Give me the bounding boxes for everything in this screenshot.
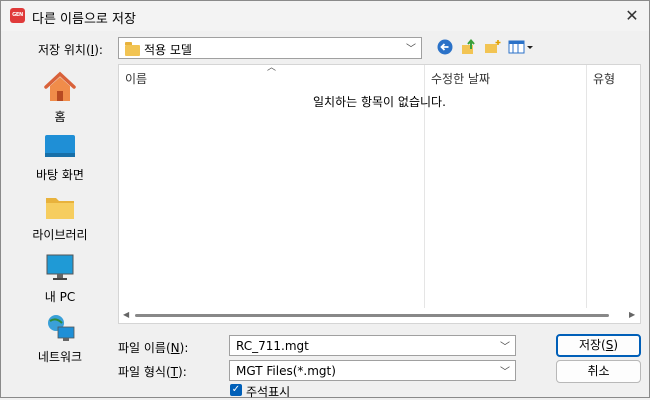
file-name-label: 파일 이름(N): [118,341,189,355]
place-label: 홈 [54,110,66,124]
save-in-label: 저장 위치(I): [38,43,103,57]
horizontal-scrollbar[interactable]: ◀ ▶ [119,308,640,323]
file-type-value: MGT Files(*.mgt) [236,364,336,378]
place-label: 라이브러리 [32,228,88,242]
column-divider[interactable] [586,65,587,308]
annotation-checkbox[interactable]: ✓ [230,384,242,396]
back-button[interactable] [436,38,456,58]
new-folder-icon [485,40,501,53]
place-label: 네트워크 [37,350,83,364]
sort-ascending-icon: ︿ [267,63,277,73]
place-desktop[interactable]: 바탕 화면 [15,133,105,183]
file-type-label: 파일 형식(T): [118,365,187,379]
new-folder-button[interactable] [484,38,504,58]
network-icon [48,315,75,341]
folder-icon [46,198,74,219]
place-this-pc[interactable]: 내 PC [15,253,105,305]
file-list[interactable]: 이름 ︿ 수정한 날짜 유형 일치하는 항목이 없습니다. ◀ ▶ [118,63,641,324]
close-button[interactable]: ✕ [621,6,643,26]
scroll-left-icon[interactable]: ◀ [123,310,129,319]
dialog-title: 다른 이름으로 저장 [32,12,136,27]
file-name-combo[interactable]: RC_711.mgt ﹀ [229,335,516,356]
chevron-down-icon: ﹀ [406,44,416,55]
save-in-value: 적용 모델 [144,43,192,57]
cancel-button[interactable]: 취소 [556,360,641,383]
save-button[interactable]: 저장(S) [556,334,641,357]
place-home[interactable]: 홈 [15,71,105,125]
chevron-down-icon[interactable]: ﹀ [500,338,510,353]
place-label: 내 PC [44,290,76,304]
save-in-combo[interactable]: 적용 모델 ﹀ [118,37,422,59]
title-bar: GEN 다른 이름으로 저장 ✕ [1,1,649,31]
up-folder-button[interactable] [460,38,480,58]
back-arrow-icon [437,39,453,55]
places-bar: 홈 바탕 화면 라이브러리 내 PC 네트워크 [15,65,105,375]
place-network[interactable]: 네트워크 [15,313,105,365]
scrollbar-thumb[interactable] [135,314,609,317]
home-icon [44,71,76,101]
view-menu-button[interactable] [508,38,534,58]
column-header-type[interactable]: 유형 [593,70,615,87]
chevron-down-icon: ﹀ [500,367,510,378]
file-type-combo[interactable]: MGT Files(*.mgt) ﹀ [229,360,516,381]
desktop-icon [45,135,75,157]
annotation-label: 주석표시 [246,385,291,399]
scroll-right-icon[interactable]: ▶ [629,310,635,319]
pc-monitor-icon [46,254,74,280]
place-label: 바탕 화면 [36,168,84,182]
save-as-dialog: GEN 다른 이름으로 저장 ✕ 저장 위치(I): 적용 모델 ﹀ 홈 바탕 … [0,0,650,399]
app-logo-icon: GEN [10,8,25,23]
folder-icon [125,42,140,56]
column-header-date[interactable]: 수정한 날짜 [431,70,490,87]
up-folder-icon [462,38,475,54]
view-grid-icon [508,40,533,54]
place-libraries[interactable]: 라이브러리 [15,193,105,243]
empty-message: 일치하는 항목이 없습니다. [313,95,446,109]
column-header-name[interactable]: 이름 [125,70,147,87]
file-name-value[interactable]: RC_711.mgt [236,339,309,353]
